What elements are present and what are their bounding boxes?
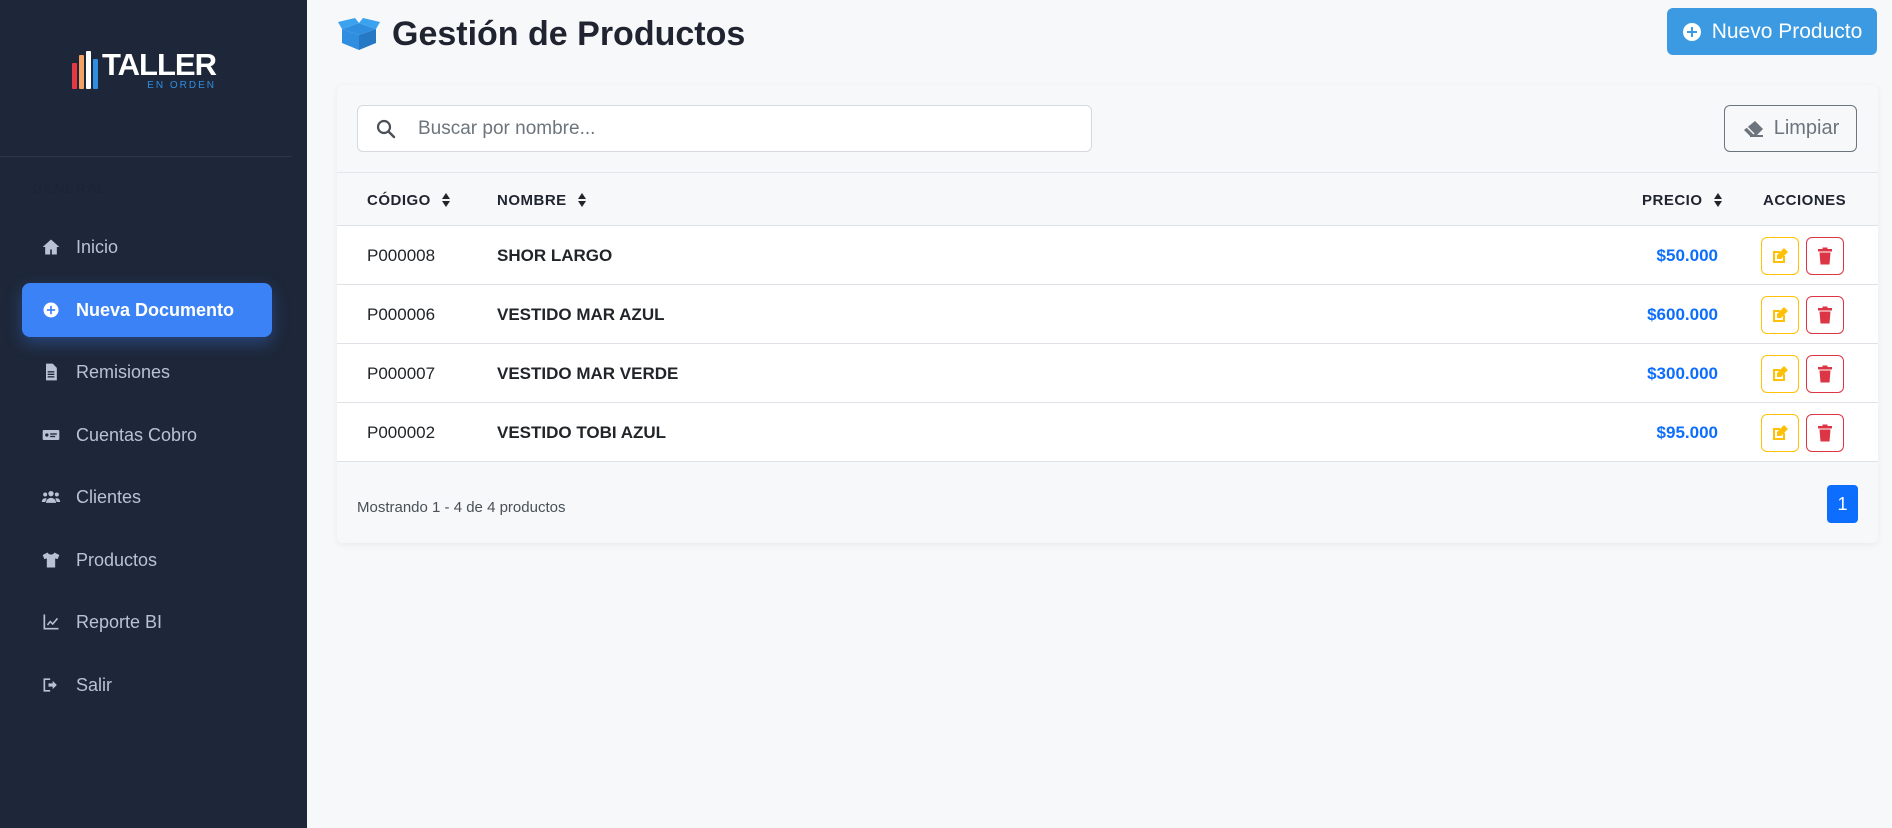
search-icon bbox=[376, 119, 396, 138]
product-name: VESTIDO MAR VERDE bbox=[497, 363, 679, 383]
sidebar-item-inicio[interactable]: Inicio bbox=[22, 220, 272, 274]
table-header: CÓDIGO NOMBRE PRECIO ACCIONES bbox=[337, 172, 1878, 226]
shirt-icon bbox=[40, 549, 62, 571]
brand-logo[interactable]: TALLER EN ORDEN bbox=[72, 46, 217, 94]
products-card: Limpiar CÓDIGO NOMBRE PRECIO bbox=[337, 85, 1878, 543]
edit-button[interactable] bbox=[1761, 237, 1799, 275]
edit-icon bbox=[1773, 307, 1788, 322]
delete-button[interactable] bbox=[1806, 414, 1844, 452]
sidebar-item-label: Remisiones bbox=[76, 361, 171, 382]
sort-icon bbox=[441, 193, 450, 207]
sidebar-item-label: Nueva Documento bbox=[76, 299, 235, 320]
clear-filters-button[interactable]: Limpiar bbox=[1724, 105, 1857, 152]
column-label: PRECIO bbox=[1642, 191, 1703, 209]
search-box[interactable] bbox=[357, 105, 1092, 152]
sidebar-item-label: Productos bbox=[76, 549, 158, 570]
column-label: NOMBRE bbox=[497, 191, 567, 209]
trash-icon bbox=[1818, 247, 1832, 265]
new-product-button[interactable]: Nuevo Producto bbox=[1667, 8, 1877, 55]
product-code: P000007 bbox=[367, 363, 436, 383]
sidebar-item-clientes[interactable]: Clientes bbox=[22, 470, 272, 524]
edit-button[interactable] bbox=[1761, 296, 1799, 334]
line-chart-icon bbox=[40, 611, 62, 633]
logo-main-text: TALLER bbox=[102, 47, 217, 82]
column-label: CÓDIGO bbox=[367, 191, 431, 209]
edit-icon bbox=[1773, 248, 1788, 263]
logo-bars-icon bbox=[72, 51, 98, 89]
product-price: $600.000 bbox=[1647, 304, 1718, 324]
sidebar-item-label: Salir bbox=[76, 674, 113, 695]
search-input[interactable] bbox=[418, 117, 1091, 140]
sort-icon bbox=[1713, 193, 1722, 207]
money-bill-icon bbox=[40, 424, 62, 446]
column-header-acciones: ACCIONES bbox=[1763, 173, 1846, 227]
column-header-codigo[interactable]: CÓDIGO bbox=[367, 173, 451, 227]
sidebar-item-label: Cuentas Cobro bbox=[76, 424, 198, 445]
clear-filters-label: Limpiar bbox=[1773, 117, 1840, 139]
sidebar-item-reporte-bi[interactable]: Reporte BI bbox=[22, 595, 272, 649]
sidebar-item-label: Inicio bbox=[76, 236, 119, 257]
logo-sub-text: EN ORDEN bbox=[147, 80, 216, 91]
pagination-summary: Mostrando 1 - 4 de 4 productos bbox=[357, 498, 566, 516]
product-price: $300.000 bbox=[1647, 363, 1718, 383]
file-icon bbox=[40, 361, 62, 383]
sidebar-item-productos[interactable]: Productos bbox=[22, 533, 272, 587]
home-icon bbox=[40, 236, 62, 258]
column-header-precio[interactable]: PRECIO bbox=[1642, 173, 1723, 227]
pagination-page-1[interactable]: 1 bbox=[1827, 485, 1858, 523]
sidebar-item-salir[interactable]: Salir bbox=[22, 658, 272, 712]
trash-icon bbox=[1818, 306, 1832, 324]
table-row: P000006 VESTIDO MAR AZUL $600.000 bbox=[337, 285, 1878, 344]
eraser-icon bbox=[1743, 120, 1763, 137]
box-open-icon bbox=[338, 18, 380, 50]
delete-button[interactable] bbox=[1806, 296, 1844, 334]
sort-icon bbox=[577, 193, 586, 207]
product-price: $50.000 bbox=[1656, 245, 1718, 265]
table-row: P000007 VESTIDO MAR VERDE $300.000 bbox=[337, 344, 1878, 403]
trash-icon bbox=[1818, 365, 1832, 383]
users-icon bbox=[40, 486, 62, 508]
products-table: CÓDIGO NOMBRE PRECIO ACCIONES P000008 SH… bbox=[337, 172, 1878, 462]
product-name: VESTIDO MAR AZUL bbox=[497, 304, 665, 324]
product-code: P000006 bbox=[367, 304, 436, 324]
product-price: $95.000 bbox=[1656, 422, 1718, 442]
table-row: P000008 SHOR LARGO $50.000 bbox=[337, 226, 1878, 285]
edit-icon bbox=[1773, 425, 1788, 440]
sidebar-item-remisiones[interactable]: Remisiones bbox=[22, 345, 272, 399]
plus-circle-icon bbox=[1682, 22, 1701, 41]
delete-button[interactable] bbox=[1806, 355, 1844, 393]
edit-icon bbox=[1773, 366, 1788, 381]
new-product-label: Nuevo Producto bbox=[1711, 19, 1863, 43]
product-name: SHOR LARGO bbox=[497, 245, 613, 265]
menu-section-header: GENERAL bbox=[32, 180, 106, 196]
app-root: TALLER EN ORDEN GENERAL Inicio Nueva Doc… bbox=[0, 0, 1892, 828]
page-title-text: Gestión de Productos bbox=[392, 14, 746, 53]
product-code: P000002 bbox=[367, 422, 436, 442]
sign-out-icon bbox=[40, 674, 62, 696]
trash-icon bbox=[1818, 424, 1832, 442]
product-name: VESTIDO TOBI AZUL bbox=[497, 422, 667, 442]
sidebar-item-label: Clientes bbox=[76, 486, 142, 507]
plus-circle-icon bbox=[40, 299, 62, 321]
sidebar-item-nueva-documento[interactable]: Nueva Documento bbox=[22, 283, 272, 337]
sidebar-divider bbox=[0, 156, 292, 157]
table-row: P000002 VESTIDO TOBI AZUL $95.000 bbox=[337, 403, 1878, 462]
edit-button[interactable] bbox=[1761, 355, 1799, 393]
product-code: P000008 bbox=[367, 245, 436, 265]
delete-button[interactable] bbox=[1806, 237, 1844, 275]
page-title: Gestión de Productos bbox=[338, 12, 745, 56]
sidebar-item-label: Reporte BI bbox=[76, 611, 163, 632]
sidebar-item-cuentas-cobro[interactable]: Cuentas Cobro bbox=[22, 408, 272, 462]
column-label: ACCIONES bbox=[1763, 191, 1847, 209]
edit-button[interactable] bbox=[1761, 414, 1799, 452]
column-header-nombre[interactable]: NOMBRE bbox=[497, 173, 587, 227]
sidebar: TALLER EN ORDEN GENERAL Inicio Nueva Doc… bbox=[0, 0, 307, 828]
